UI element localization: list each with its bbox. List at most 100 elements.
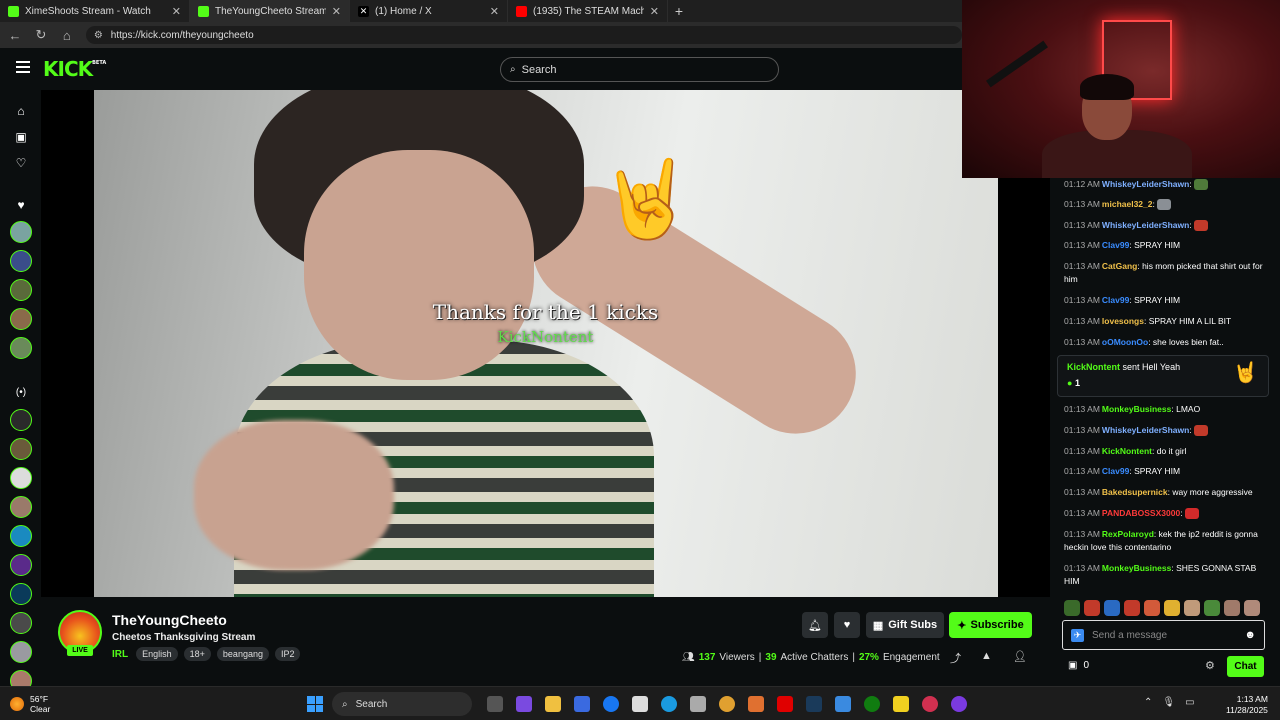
channel-avatar[interactable] bbox=[10, 337, 32, 359]
channel-avatar[interactable] bbox=[10, 641, 32, 663]
chat-input[interactable]: ✈ Send a message ☻ bbox=[1062, 620, 1265, 650]
chat-emote-picker-icon[interactable]: ✈ bbox=[1071, 628, 1084, 642]
chat-username[interactable]: MonkeyBusiness bbox=[1102, 563, 1171, 573]
start-button[interactable] bbox=[307, 696, 323, 712]
search-input[interactable]: ⌕ Search bbox=[500, 57, 779, 82]
browser-tab-active[interactable]: TheYoungCheeto Stream - W ✕ bbox=[190, 0, 350, 22]
emote-icon[interactable] bbox=[1204, 600, 1220, 616]
emote-icon[interactable] bbox=[1064, 600, 1080, 616]
task-view-icon[interactable] bbox=[487, 696, 503, 712]
kick-card-user[interactable]: KickNontent bbox=[1067, 362, 1120, 372]
gift-subs-button[interactable]: ▦ Gift Subs bbox=[866, 612, 944, 638]
weather-widget[interactable]: 56°F Clear bbox=[10, 694, 50, 714]
app-icon[interactable] bbox=[835, 696, 851, 712]
close-icon[interactable]: ✕ bbox=[490, 5, 499, 18]
vlc-icon[interactable] bbox=[748, 696, 764, 712]
chat-username[interactable]: WhiskeyLeiderShawn bbox=[1102, 220, 1189, 230]
emote-icon[interactable] bbox=[1184, 600, 1200, 616]
chat-username[interactable]: oOMoonOo bbox=[1102, 337, 1148, 347]
microphone-icon[interactable]: 🎙︎ bbox=[1162, 697, 1175, 708]
emote-icon[interactable] bbox=[1224, 600, 1240, 616]
store-icon[interactable] bbox=[574, 696, 590, 712]
chat-username[interactable]: CatGang bbox=[1102, 261, 1137, 271]
channel-points[interactable]: ▣ 0 bbox=[1068, 660, 1089, 671]
close-icon[interactable]: ✕ bbox=[332, 5, 341, 18]
chat-settings-icon[interactable]: ⚙ bbox=[1205, 659, 1215, 672]
menu-icon[interactable] bbox=[16, 61, 30, 73]
chat-username[interactable]: michael32_2 bbox=[1102, 199, 1153, 209]
browse-icon[interactable]: ▣ bbox=[12, 128, 30, 146]
emote-icon[interactable] bbox=[1124, 600, 1140, 616]
chevron-up-icon[interactable]: ⌃ bbox=[1144, 697, 1152, 708]
tag[interactable]: beangang bbox=[216, 647, 269, 661]
close-icon[interactable]: ✕ bbox=[650, 5, 659, 18]
subscribe-button[interactable]: ✦ Subscribe bbox=[949, 612, 1032, 638]
browser-tab[interactable]: ✕ (1) Home / X ✕ bbox=[350, 0, 508, 22]
tag[interactable]: 18+ bbox=[183, 647, 211, 661]
chat-username[interactable]: WhiskeyLeiderShawn bbox=[1102, 179, 1189, 189]
channel-avatar[interactable] bbox=[10, 221, 32, 243]
youtube-icon[interactable] bbox=[777, 696, 793, 712]
kick-logo[interactable]: KICKBETA bbox=[43, 57, 106, 81]
emoji-icon[interactable]: ☻ bbox=[1244, 629, 1256, 641]
chrome-icon[interactable] bbox=[719, 696, 735, 712]
new-tab-button[interactable]: + bbox=[668, 3, 690, 19]
emote-icon[interactable] bbox=[1084, 600, 1100, 616]
channel-avatar[interactable] bbox=[10, 525, 32, 547]
clock[interactable]: 1:13 AM 11/28/2025 bbox=[1226, 694, 1268, 716]
report-icon[interactable]: ▲ bbox=[981, 650, 992, 662]
chat-username[interactable]: lovesongs bbox=[1102, 316, 1144, 326]
chat-username[interactable]: Bakedsupernick bbox=[1102, 487, 1168, 497]
channel-avatar[interactable] bbox=[10, 583, 32, 605]
calculator-icon[interactable] bbox=[690, 696, 706, 712]
add-user-icon[interactable]: 👤︎ bbox=[1013, 650, 1027, 663]
recommended-icon[interactable]: (•) bbox=[12, 384, 30, 402]
copilot-icon[interactable] bbox=[516, 696, 532, 712]
channel-avatar[interactable] bbox=[10, 438, 32, 460]
channel-avatar[interactable] bbox=[10, 250, 32, 272]
chat-send-button[interactable]: Chat bbox=[1227, 656, 1264, 677]
channel-avatar[interactable] bbox=[10, 554, 32, 576]
chat-username[interactable]: MonkeyBusiness bbox=[1102, 404, 1171, 414]
amazon-icon[interactable] bbox=[632, 696, 648, 712]
chat-username[interactable]: Clav99 bbox=[1102, 466, 1129, 476]
home-icon[interactable]: ⌂ bbox=[60, 28, 74, 43]
taskbar-search[interactable]: ⌕ Search bbox=[332, 692, 472, 716]
streamer-name[interactable]: TheYoungCheeto bbox=[112, 612, 227, 628]
follow-button[interactable]: ♥ bbox=[834, 612, 860, 638]
channel-avatar[interactable] bbox=[10, 496, 32, 518]
browser-tab[interactable]: (1935) The STEAM Machine Won't ✕ bbox=[508, 0, 668, 22]
channel-avatar[interactable] bbox=[10, 279, 32, 301]
chat-username[interactable]: PANDABOSSX3000 bbox=[1102, 508, 1180, 518]
chat-username[interactable]: RexPolaroyd bbox=[1102, 529, 1154, 539]
tag[interactable]: English bbox=[136, 647, 178, 661]
facebook-icon[interactable] bbox=[603, 696, 619, 712]
video-player[interactable]: 🤘 Thanks for the 1 kicks KickNontent bbox=[41, 90, 1050, 597]
channel-avatar[interactable] bbox=[10, 308, 32, 330]
channel-avatar[interactable] bbox=[10, 409, 32, 431]
share-icon[interactable]: ⤴ bbox=[950, 650, 961, 666]
steam-icon[interactable] bbox=[806, 696, 822, 712]
chat-username[interactable]: Clav99 bbox=[1102, 240, 1129, 250]
emote-icon[interactable] bbox=[1104, 600, 1120, 616]
tag[interactable]: IP2 bbox=[274, 647, 301, 661]
notification-bell-button[interactable]: 🔔︎ bbox=[802, 612, 828, 638]
obs-icon[interactable] bbox=[922, 696, 938, 712]
site-info-icon[interactable]: ⚙ bbox=[94, 30, 103, 41]
file-explorer-icon[interactable] bbox=[545, 696, 561, 712]
url-bar[interactable]: ⚙ https://kick.com/theyoungcheeto bbox=[85, 26, 962, 44]
home-icon[interactable]: ⌂ bbox=[12, 102, 30, 120]
emote-icon[interactable] bbox=[1144, 600, 1160, 616]
category-link[interactable]: IRL bbox=[112, 649, 128, 660]
channel-avatar[interactable] bbox=[10, 612, 32, 634]
chat-username[interactable]: Clav99 bbox=[1102, 295, 1129, 305]
xbox-icon[interactable] bbox=[864, 696, 880, 712]
favorites-heart-icon[interactable]: ♥ bbox=[12, 196, 30, 214]
close-icon[interactable]: ✕ bbox=[172, 5, 181, 18]
network-icon[interactable]: ▭ bbox=[1185, 697, 1194, 708]
notes-icon[interactable] bbox=[893, 696, 909, 712]
browser-tab[interactable]: XimeShoots Stream - Watch ✕ bbox=[0, 0, 190, 22]
reload-icon[interactable]: ↻ bbox=[34, 27, 48, 43]
chat-username[interactable]: KickNontent bbox=[1102, 446, 1152, 456]
emote-icon[interactable] bbox=[1244, 600, 1260, 616]
